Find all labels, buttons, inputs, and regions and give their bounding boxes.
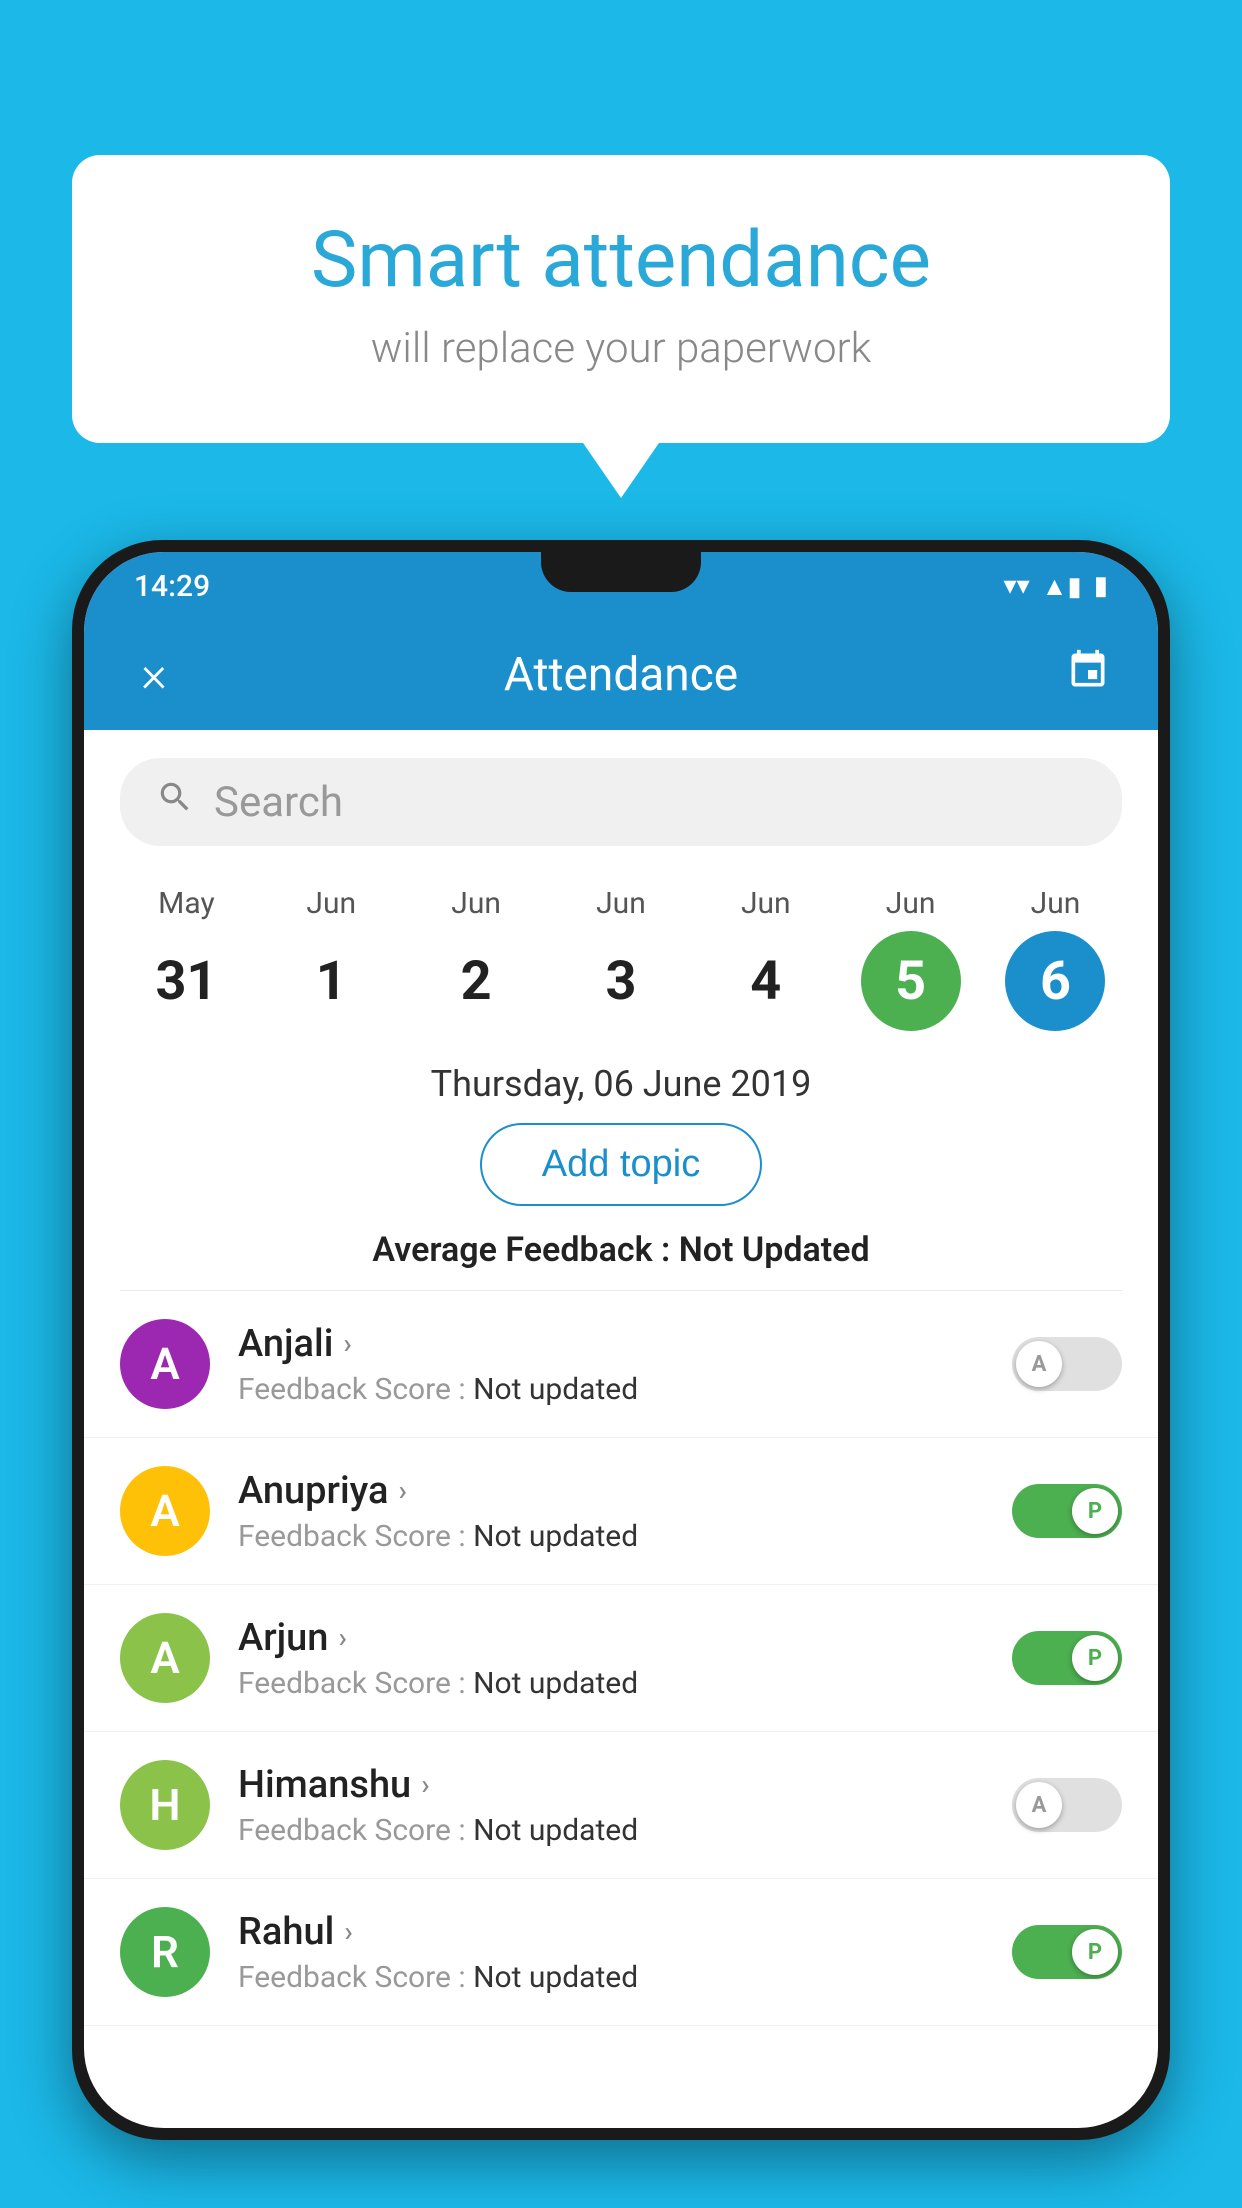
student-avatar-4: R — [120, 1907, 210, 1997]
student-avatar-2: A — [120, 1613, 210, 1703]
avg-feedback: Average Feedback : Not Updated — [84, 1230, 1158, 1290]
toggle-knob-3: A — [1016, 1782, 1062, 1828]
student-feedback-1: Feedback Score : Not updated — [238, 1519, 984, 1554]
search-bar[interactable]: Search — [120, 758, 1122, 846]
app-bar: × Attendance — [84, 620, 1158, 730]
battery-icon: ▮ — [1094, 571, 1108, 601]
student-row-4[interactable]: R Rahul › Feedback Score : Not updated P — [84, 1879, 1158, 2026]
chevron-icon: › — [398, 1474, 406, 1507]
cal-date: 1 — [281, 931, 381, 1031]
phone-frame: 14:29 ▾▾ ▲▮ ▮ × Attendance — [72, 540, 1170, 2140]
avg-feedback-value: Not Updated — [679, 1230, 870, 1270]
cal-month: Jun — [451, 886, 501, 921]
student-feedback-0: Feedback Score : Not updated — [238, 1372, 984, 1407]
content-area: Search May 31 Jun 1 Jun 2 Jun 3 Jun 4 Jun 5 Jun 6 Thu… — [84, 730, 1158, 2026]
cal-month: Jun — [886, 886, 936, 921]
student-avatar-3: H — [120, 1760, 210, 1850]
student-name-2: Arjun › — [238, 1616, 984, 1660]
cal-date: 31 — [136, 931, 236, 1031]
cal-month: Jun — [596, 886, 646, 921]
cal-date: 4 — [716, 931, 816, 1031]
student-name-3: Himanshu › — [238, 1763, 984, 1807]
student-row-0[interactable]: A Anjali › Feedback Score : Not updated A — [84, 1291, 1158, 1438]
app-bar-title: Attendance — [184, 648, 1058, 702]
student-name-1: Anupriya › — [238, 1469, 984, 1513]
student-feedback-2: Feedback Score : Not updated — [238, 1666, 984, 1701]
student-info-3: Himanshu › Feedback Score : Not updated — [238, 1763, 984, 1848]
calendar-strip: May 31 Jun 1 Jun 2 Jun 3 Jun 4 Jun 5 Jun 6 — [84, 866, 1158, 1041]
avg-feedback-label: Average Feedback : — [372, 1230, 678, 1270]
attendance-toggle-3[interactable]: A — [1012, 1778, 1122, 1832]
student-info-2: Arjun › Feedback Score : Not updated — [238, 1616, 984, 1701]
attendance-toggle-0[interactable]: A — [1012, 1337, 1122, 1391]
calendar-icon[interactable] — [1058, 648, 1118, 703]
student-row-3[interactable]: H Himanshu › Feedback Score : Not updated A — [84, 1732, 1158, 1879]
close-button[interactable]: × — [124, 646, 184, 704]
cal-month: Jun — [306, 886, 356, 921]
wifi-icon: ▾▾ — [1004, 571, 1030, 601]
phone-notch — [541, 552, 701, 592]
phone-screen: 14:29 ▾▾ ▲▮ ▮ × Attendance — [84, 552, 1158, 2128]
bubble-title: Smart attendance — [152, 215, 1090, 306]
chevron-icon: › — [338, 1621, 346, 1654]
student-name-0: Anjali › — [238, 1322, 984, 1366]
bubble-subtitle: will replace your paperwork — [152, 324, 1090, 373]
student-avatar-0: A — [120, 1319, 210, 1409]
calendar-day-5[interactable]: Jun 5 — [846, 886, 976, 1031]
calendar-day-4[interactable]: Jun 4 — [701, 886, 831, 1031]
chevron-icon: › — [421, 1768, 429, 1801]
calendar-day-1[interactable]: Jun 1 — [266, 886, 396, 1031]
student-row-1[interactable]: A Anupriya › Feedback Score : Not updated P — [84, 1438, 1158, 1585]
signal-icon: ▲▮ — [1042, 571, 1082, 602]
cal-date: 6 — [1005, 931, 1105, 1031]
status-icons: ▾▾ ▲▮ ▮ — [1004, 571, 1108, 602]
attendance-toggle-1[interactable]: P — [1012, 1484, 1122, 1538]
cal-month: Jun — [741, 886, 791, 921]
student-info-0: Anjali › Feedback Score : Not updated — [238, 1322, 984, 1407]
cal-month: Jun — [1031, 886, 1081, 921]
toggle-knob-1: P — [1072, 1488, 1118, 1534]
student-row-2[interactable]: A Arjun › Feedback Score : Not updated P — [84, 1585, 1158, 1732]
calendar-day-6[interactable]: Jun 6 — [990, 886, 1120, 1031]
cal-date: 5 — [861, 931, 961, 1031]
cal-month: May — [158, 886, 214, 921]
search-icon — [156, 778, 194, 826]
students-list: AAnjali ›Feedback Score : Not updatedAAA… — [84, 1291, 1158, 2026]
add-topic-button[interactable]: Add topic — [480, 1123, 762, 1206]
date-heading: Thursday, 06 June 2019 — [84, 1041, 1158, 1123]
attendance-toggle-4[interactable]: P — [1012, 1925, 1122, 1979]
student-feedback-4: Feedback Score : Not updated — [238, 1960, 984, 1995]
chevron-icon: › — [343, 1327, 351, 1360]
search-placeholder: Search — [214, 778, 343, 827]
cal-date: 2 — [426, 931, 526, 1031]
speech-bubble: Smart attendance will replace your paper… — [72, 155, 1170, 443]
status-time: 14:29 — [134, 569, 210, 604]
student-avatar-1: A — [120, 1466, 210, 1556]
cal-date: 3 — [571, 931, 671, 1031]
toggle-knob-4: P — [1072, 1929, 1118, 1975]
toggle-knob-0: A — [1016, 1341, 1062, 1387]
toggle-knob-2: P — [1072, 1635, 1118, 1681]
calendar-day-2[interactable]: Jun 2 — [411, 886, 541, 1031]
calendar-day-0[interactable]: May 31 — [121, 886, 251, 1031]
student-info-1: Anupriya › Feedback Score : Not updated — [238, 1469, 984, 1554]
calendar-day-3[interactable]: Jun 3 — [556, 886, 686, 1031]
student-name-4: Rahul › — [238, 1910, 984, 1954]
chevron-icon: › — [344, 1915, 352, 1948]
speech-bubble-container: Smart attendance will replace your paper… — [72, 155, 1170, 443]
attendance-toggle-2[interactable]: P — [1012, 1631, 1122, 1685]
student-info-4: Rahul › Feedback Score : Not updated — [238, 1910, 984, 1995]
student-feedback-3: Feedback Score : Not updated — [238, 1813, 984, 1848]
